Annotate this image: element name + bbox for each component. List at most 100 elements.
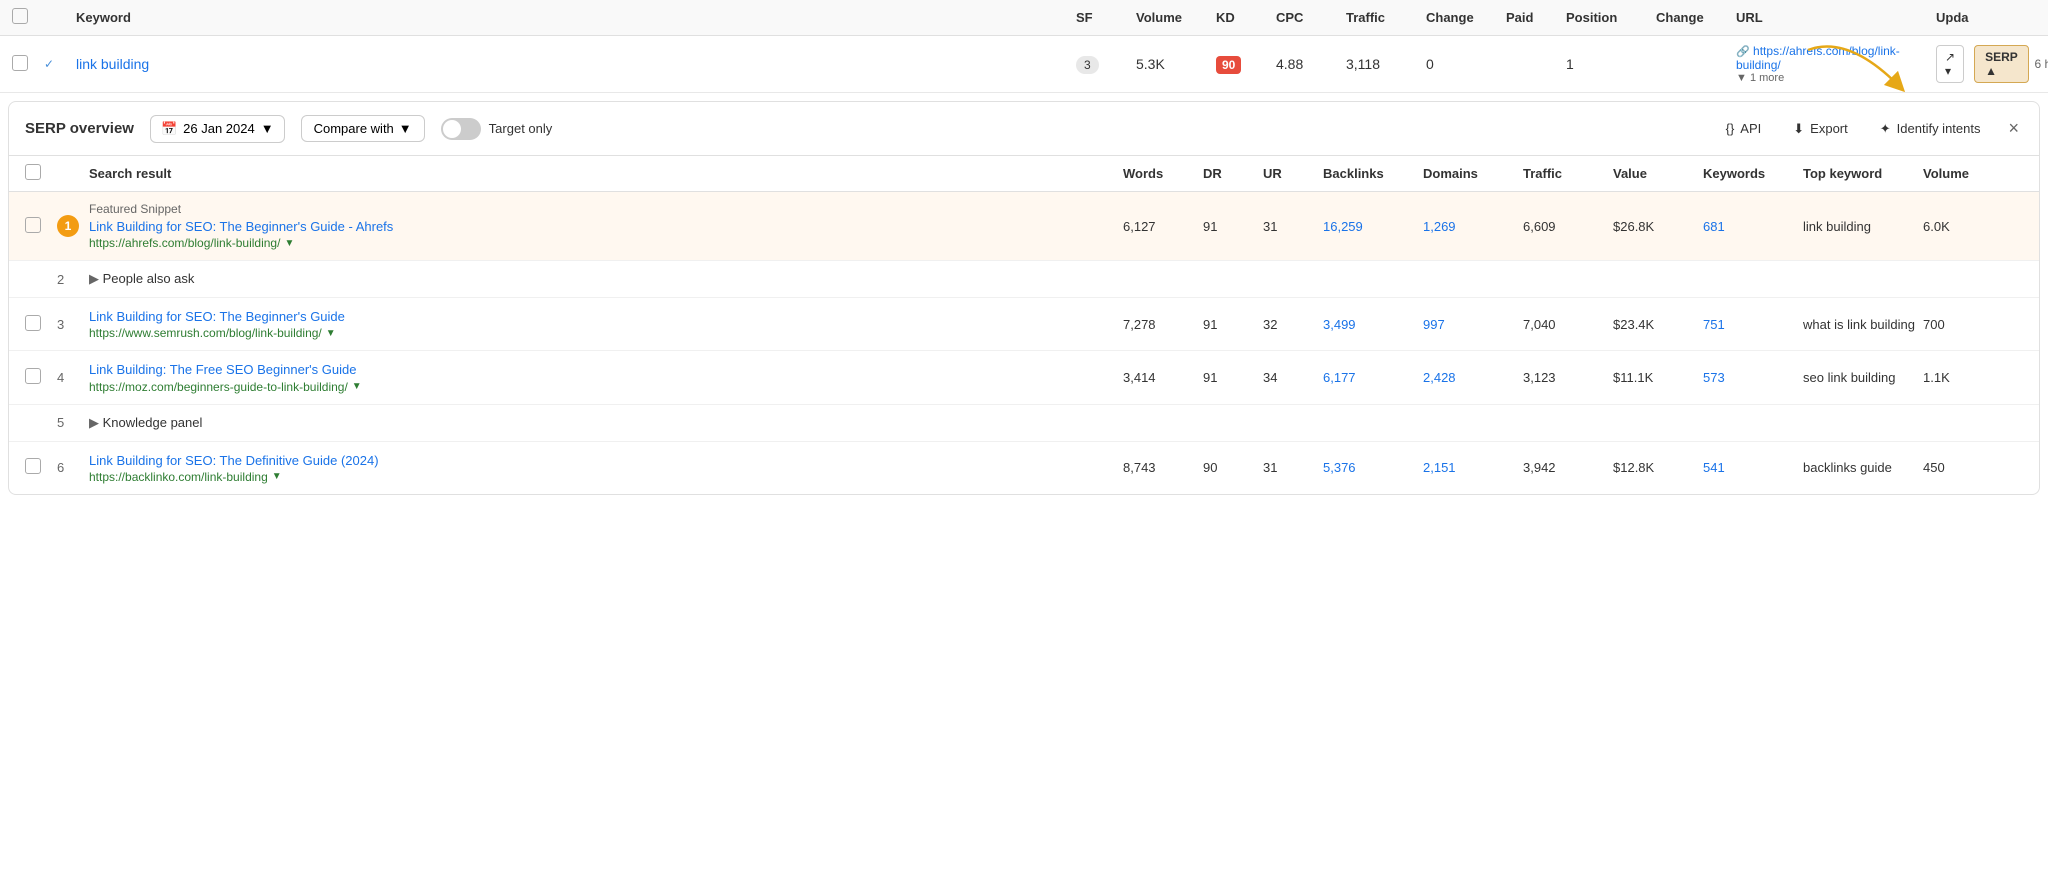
col-traffic: Traffic — [1523, 166, 1613, 181]
serp-row-3: 3 Link Building for SEO: The Beginner's … — [9, 298, 2039, 351]
row-2-backlinks[interactable]: 3,499 — [1323, 317, 1423, 332]
col-volume: Volume — [1923, 166, 2023, 181]
row-0-domains[interactable]: 1,269 — [1423, 219, 1523, 234]
api-icon: {} — [1726, 121, 1735, 136]
row-5-ur: 31 — [1263, 460, 1323, 475]
row-2-keywords[interactable]: 751 — [1703, 317, 1803, 332]
row-3-top-keyword: seo link building — [1803, 370, 1923, 385]
row-0-checkbox[interactable] — [25, 217, 57, 236]
row-2-volume: 700 — [1923, 317, 2023, 332]
row-3-traffic: 3,123 — [1523, 370, 1613, 385]
row-2-dr: 91 — [1203, 317, 1263, 332]
row-0-backlinks[interactable]: 16,259 — [1323, 219, 1423, 234]
row-5-top-keyword: backlinks guide — [1803, 460, 1923, 475]
row-4-knowledge-label: Knowledge panel — [103, 415, 203, 430]
target-only-toggle-wrap: Target only — [441, 118, 553, 140]
row-2-domains[interactable]: 997 — [1423, 317, 1523, 332]
row-5-keywords[interactable]: 541 — [1703, 460, 1803, 475]
row-2-traffic: 7,040 — [1523, 317, 1613, 332]
row-1-content: ▶ People also ask — [89, 271, 1123, 287]
row-2-checkbox[interactable] — [25, 315, 57, 334]
row-3-value: $11.1K — [1613, 370, 1703, 385]
row-3-keywords[interactable]: 573 — [1703, 370, 1803, 385]
row-3-checkbox[interactable] — [25, 368, 57, 387]
row-1-paa-toggle[interactable]: ▶ — [89, 271, 99, 286]
compare-chevron-icon: ▼ — [399, 121, 412, 136]
row-0-top-keyword: link building — [1803, 219, 1923, 234]
row-5-checkbox[interactable] — [25, 458, 57, 477]
row-3-title-link[interactable]: Link Building: The Free SEO Beginner's G… — [89, 362, 356, 377]
row-2-top-keyword: what is link building — [1803, 317, 1923, 332]
calendar-icon: 📅 — [161, 121, 177, 137]
select-all-checkbox[interactable] — [12, 8, 28, 24]
row-0-url[interactable]: https://ahrefs.com/blog/link-building/ — [89, 236, 280, 250]
row-5-num: 6 — [57, 460, 89, 475]
row-0-keywords[interactable]: 681 — [1703, 219, 1803, 234]
serp-row-4: 4 Link Building: The Free SEO Beginner's… — [9, 351, 2039, 404]
row-checkbox[interactable] — [12, 55, 44, 74]
export-button[interactable]: ⬇ Export — [1785, 116, 1855, 142]
serp-header: SERP overview 📅 26 Jan 2024 ▼ Compare wi… — [9, 102, 2039, 156]
row-check-icon: ✓ — [44, 57, 76, 71]
row-5-url-dropdown-icon[interactable]: ▼ — [272, 471, 282, 482]
row-5-url-wrap: https://backlinko.com/link-building ▼ — [89, 470, 1123, 484]
row-0-traffic: 6,609 — [1523, 219, 1613, 234]
row-3-url-dropdown-icon[interactable]: ▼ — [352, 381, 362, 392]
row-3-url[interactable]: https://moz.com/beginners-guide-to-link-… — [89, 380, 348, 394]
serp-row-5: 5 ▶ Knowledge panel — [9, 405, 2039, 442]
row-3-domains[interactable]: 2,428 — [1423, 370, 1523, 385]
row-3-backlinks[interactable]: 6,177 — [1323, 370, 1423, 385]
target-only-label: Target only — [489, 121, 553, 136]
col-backlinks: Backlinks — [1323, 166, 1423, 181]
serp-panel: SERP overview 📅 26 Jan 2024 ▼ Compare wi… — [8, 101, 2040, 495]
serp-button[interactable]: SERP ▲ — [1974, 45, 2028, 83]
row-5-domains[interactable]: 2,151 — [1423, 460, 1523, 475]
row-sf: 3 — [1076, 56, 1136, 72]
row-3-url-wrap: https://moz.com/beginners-guide-to-link-… — [89, 380, 1123, 394]
header-cpc: CPC — [1276, 10, 1346, 25]
row-kd: 90 — [1216, 56, 1276, 72]
serp-title: SERP overview — [25, 120, 134, 137]
keyword-row: ✓ link building 3 5.3K 90 4.88 3,118 0 1… — [0, 36, 2048, 93]
row-5-url[interactable]: https://backlinko.com/link-building — [89, 470, 268, 484]
row-2-value: $23.4K — [1613, 317, 1703, 332]
row-0-value: $26.8K — [1613, 219, 1703, 234]
row-0-url-dropdown-icon[interactable]: ▼ — [284, 238, 294, 249]
row-2-url-dropdown-icon[interactable]: ▼ — [326, 328, 336, 339]
row-5-title-link[interactable]: Link Building for SEO: The Definitive Gu… — [89, 453, 379, 468]
close-button[interactable]: × — [2004, 114, 2023, 143]
identify-icon: ✦ — [1880, 121, 1891, 137]
serp-row-6: 6 Link Building for SEO: The Definitive … — [9, 442, 2039, 494]
export-label: Export — [1810, 121, 1848, 136]
trend-button[interactable]: ↗ ▾ — [1936, 45, 1964, 83]
col-search-result: Search result — [89, 166, 1123, 181]
header-position: Position — [1566, 10, 1656, 25]
date-chevron-icon: ▼ — [261, 121, 274, 136]
row-5-backlinks[interactable]: 5,376 — [1323, 460, 1423, 475]
row-updated: ↗ ▾ SERP ▲ 6 h ago — [1936, 45, 2036, 83]
row-0-title-link[interactable]: Link Building for SEO: The Beginner's Gu… — [89, 219, 393, 234]
row-2-url[interactable]: https://www.semrush.com/blog/link-buildi… — [89, 326, 322, 340]
export-icon: ⬇ — [1793, 121, 1804, 137]
row-3-volume: 1.1K — [1923, 370, 2023, 385]
serp-select-all[interactable] — [25, 164, 41, 180]
row-3-num: 4 — [57, 370, 89, 385]
api-button[interactable]: {} API — [1718, 116, 1770, 141]
row-0-words: 6,127 — [1123, 219, 1203, 234]
identify-label: Identify intents — [1897, 121, 1981, 136]
header-updated: Upda — [1936, 10, 2036, 25]
target-only-toggle[interactable] — [441, 118, 481, 140]
row-2-url-wrap: https://www.semrush.com/blog/link-buildi… — [89, 326, 1123, 340]
identify-intents-button[interactable]: ✦ Identify intents — [1872, 116, 1989, 142]
row-2-content: Link Building for SEO: The Beginner's Gu… — [89, 308, 1123, 340]
date-picker-button[interactable]: 📅 26 Jan 2024 ▼ — [150, 115, 285, 143]
compare-button[interactable]: Compare with ▼ — [301, 115, 425, 142]
row-5-value: $12.8K — [1613, 460, 1703, 475]
col-top-keyword: Top keyword — [1803, 166, 1923, 181]
col-dr: DR — [1203, 166, 1263, 181]
col-value: Value — [1613, 166, 1703, 181]
row-4-knowledge-toggle[interactable]: ▶ — [89, 415, 99, 430]
keyword-link[interactable]: link building — [76, 56, 149, 72]
header-traffic: Traffic — [1346, 10, 1426, 25]
row-2-title-link[interactable]: Link Building for SEO: The Beginner's Gu… — [89, 309, 345, 324]
